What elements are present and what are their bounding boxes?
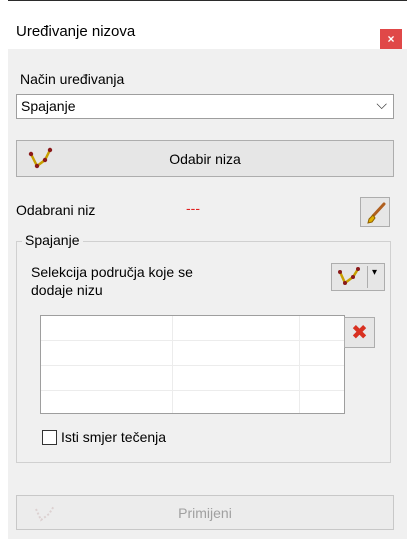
same-direction-label: Isti smjer tečenja bbox=[61, 429, 167, 445]
merge-group-legend: Spajanje bbox=[22, 232, 83, 248]
delete-selection-button[interactable]: ✖ bbox=[344, 317, 375, 348]
pick-string-button[interactable]: Odabir niza bbox=[16, 140, 394, 177]
selection-description: Selekcija područja koje se dodaje nizu bbox=[31, 264, 193, 298]
apply-label: Primijeni bbox=[178, 505, 232, 521]
area-selection-button[interactable]: ▾ bbox=[331, 263, 385, 291]
edit-brush-button[interactable] bbox=[360, 197, 390, 227]
list-grid-line bbox=[299, 316, 300, 413]
selected-string-value: --- bbox=[186, 200, 200, 216]
edit-strings-panel: Uređivanje nizova × Način uređivanja Spa… bbox=[8, 1, 407, 539]
edit-mode-label: Način uređivanja bbox=[20, 71, 125, 87]
pick-string-label: Odabir niza bbox=[169, 151, 241, 167]
apply-button[interactable]: Primijeni bbox=[16, 495, 394, 530]
brush-icon bbox=[364, 201, 388, 228]
dropdown-arrow-icon[interactable]: ▾ bbox=[372, 267, 377, 278]
list-grid-line bbox=[172, 316, 173, 413]
polyline-select-icon bbox=[335, 265, 365, 292]
close-icon: × bbox=[387, 32, 395, 46]
selected-string-label: Odabrani niz bbox=[16, 202, 96, 218]
edit-mode-value: Spajanje bbox=[21, 98, 76, 114]
same-direction-checkbox[interactable] bbox=[42, 430, 57, 445]
chevron-down-icon: ⌵ bbox=[376, 96, 387, 112]
title-bar: Uređivanje nizova × bbox=[8, 1, 407, 49]
close-button[interactable]: × bbox=[380, 29, 402, 49]
button-separator bbox=[367, 266, 368, 288]
selection-list[interactable] bbox=[40, 315, 345, 414]
edit-mode-select[interactable]: Spajanje ⌵ bbox=[16, 94, 394, 119]
delete-icon: ✖ bbox=[351, 322, 368, 344]
window-title: Uređivanje nizova bbox=[16, 23, 136, 40]
